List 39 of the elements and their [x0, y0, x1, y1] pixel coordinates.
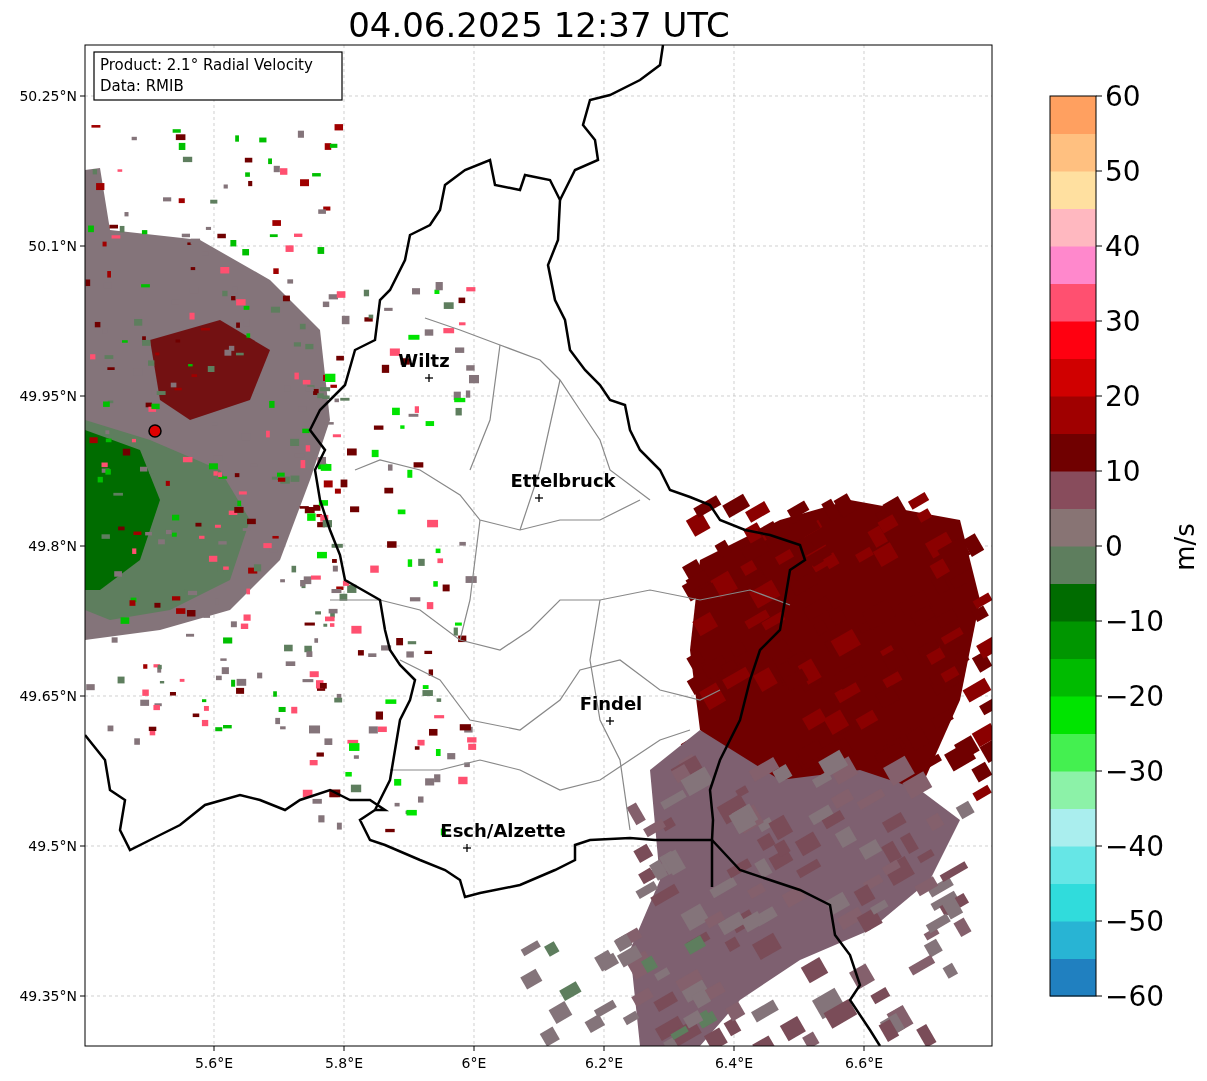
colorbar-tick-label: 60 [1105, 80, 1141, 113]
colorbar-tick-label: 10 [1105, 455, 1141, 488]
city-label: Ettelbruck [510, 470, 616, 491]
y-tick-label: 49.65°N [19, 688, 77, 704]
x-tick-label: 6.2°E [584, 1055, 624, 1071]
x-tick-label: 6.6°E [844, 1055, 884, 1071]
colorbar-tick-label: 20 [1105, 380, 1141, 413]
city-marker-icon [534, 493, 544, 503]
city-label: Wiltz [398, 350, 450, 371]
city-marker-icon [605, 716, 615, 726]
x-tick-label: 6°E [461, 1055, 487, 1071]
x-tick-label: 6.4°E [714, 1055, 754, 1071]
colorbar-tick-label: −10 [1105, 605, 1165, 638]
y-tick-label: 50.1°N [28, 238, 77, 254]
colorbar-tick-label: 40 [1105, 230, 1141, 263]
colorbar-tick-label: −50 [1105, 905, 1165, 938]
x-tick-label: 5.8°E [324, 1055, 364, 1071]
colorbar-tick-label: −20 [1105, 680, 1165, 713]
city-marker-icon [424, 373, 434, 383]
city-label: Findel [579, 693, 643, 714]
y-tick-label: 50.25°N [19, 88, 77, 104]
colorbar-tick-label: 50 [1105, 155, 1141, 188]
y-tick-label: 49.8°N [28, 538, 77, 554]
city-marker-icon [462, 843, 472, 853]
y-tick-label: 49.5°N [28, 838, 77, 854]
colorbar-tick-label: −40 [1105, 830, 1165, 863]
y-tick-label: 49.35°N [19, 988, 77, 1004]
chart-title: 04.06.2025 12:37 UTC [348, 5, 730, 45]
info-text: Data: RMIB [100, 77, 184, 95]
x-tick-label: 5.6°E [194, 1055, 234, 1071]
colorbar-tick-label: 0 [1105, 530, 1123, 563]
colorbar-tick-label: −30 [1105, 755, 1165, 788]
radar-site-marker [148, 424, 162, 438]
info-text: Product: 2.1° Radial Velocity [100, 56, 313, 74]
y-tick-label: 49.95°N [19, 388, 77, 404]
colorbar-tick-label: 30 [1105, 305, 1141, 338]
colorbar-label: m/s [1170, 523, 1200, 571]
city-label: Esch/Alzette [440, 820, 566, 841]
colorbar-tick-label: −60 [1105, 980, 1165, 1013]
